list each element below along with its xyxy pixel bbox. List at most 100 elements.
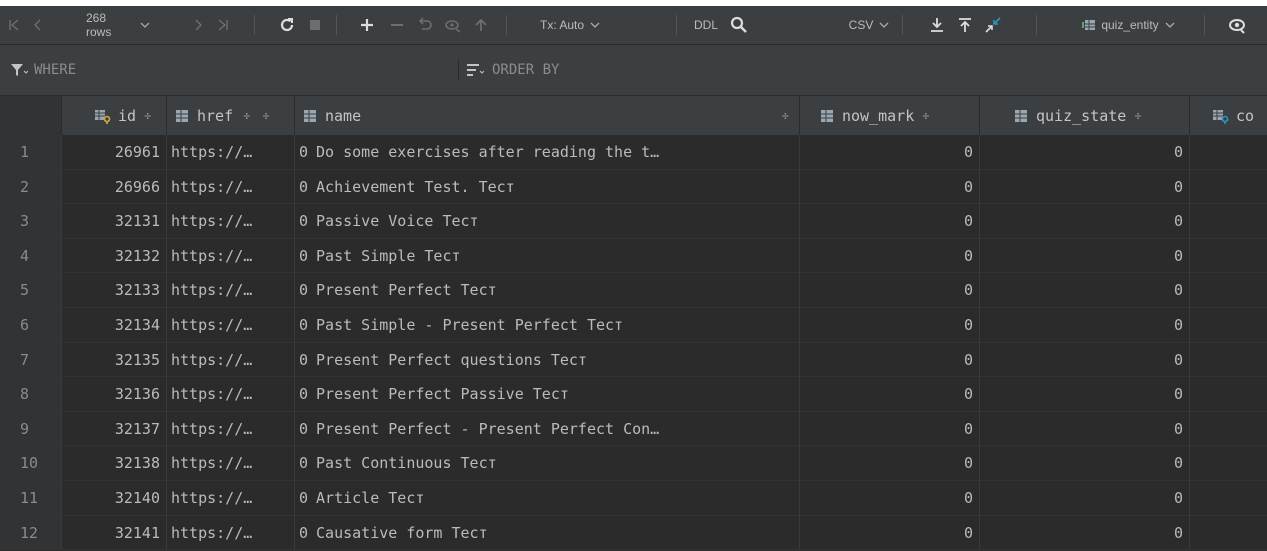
sort-toggle-icon[interactable]: ÷ [144,109,151,123]
sort-toggle-icon[interactable]: ÷ [262,109,269,123]
transaction-mode-dropdown[interactable]: Tx: Auto [518,6,622,44]
cell-href[interactable]: https://… [167,204,295,239]
cell-name[interactable]: 0 Present Perfect Тест [295,273,800,308]
cell-name[interactable]: 0 Passive Voice Тест [295,204,800,239]
add-row-icon[interactable] [354,6,380,44]
cell-href[interactable]: https://… [167,169,295,205]
stop-icon[interactable] [302,6,328,44]
cell-href[interactable]: https://… [167,481,295,516]
search-icon[interactable] [726,6,752,44]
cell-href[interactable]: https://… [167,515,295,551]
export-format-dropdown[interactable]: CSV [844,6,894,44]
cell-href[interactable]: https://… [167,135,295,170]
cell-name[interactable]: 0 Past Continuous Тест [295,446,800,481]
cell-co[interactable] [1190,204,1267,239]
column-header-id[interactable]: id ÷ [62,96,167,135]
cell-href[interactable]: https://… [167,446,295,481]
cell-id[interactable]: 26966 [62,169,167,205]
cell-co[interactable] [1190,481,1267,516]
where-filter[interactable]: WHERE [10,45,76,95]
cell-href[interactable]: https://… [167,377,295,412]
cell-href[interactable]: https://… [167,238,295,274]
cell-name[interactable]: 0 Past Simple Тест [295,238,800,274]
cell-id[interactable]: 32141 [62,515,167,551]
cell-id[interactable]: 32137 [62,411,167,447]
cell-now-mark[interactable]: 0 [800,169,980,205]
delete-row-icon[interactable] [384,6,410,44]
first-page-icon[interactable] [4,6,24,44]
table-row[interactable]: 5 32133 https://… 0 Present Perfect Тест 0 0 [0,273,1267,308]
table-row[interactable]: 6 32134 https://… 0 Past Simple - Present Pe… [0,308,1267,343]
table-row[interactable]: 3 32131 https://… 0 Passive Voice Тест 0 0 [0,204,1267,239]
cell-id[interactable]: 32132 [62,238,167,274]
column-header-href[interactable]: href ÷ ÷ [167,96,295,135]
cell-co[interactable] [1190,412,1267,447]
cell-quiz-state[interactable]: 0 [980,308,1190,343]
cell-name[interactable]: 0 Present Perfect - Present Perfect Con… [295,411,800,447]
table-row[interactable]: 7 32135 https://… 0 Present Perfect question… [0,342,1267,378]
table-row[interactable]: 12 32141 https://… 0 Causative form Тест 0 0 [0,515,1267,551]
ddl-button[interactable]: DDL [688,6,724,44]
eye-icon[interactable] [1222,6,1252,44]
cell-now-mark[interactable]: 0 [800,308,980,343]
refresh-icon[interactable] [274,6,300,44]
cell-quiz-state[interactable]: 0 [980,342,1190,378]
cell-now-mark[interactable]: 0 [800,273,980,308]
cell-quiz-state[interactable]: 0 [980,204,1190,239]
column-header-now-mark[interactable]: now_mark ÷ [800,96,980,135]
cell-id[interactable]: 32134 [62,308,167,343]
upload-icon[interactable] [952,6,978,44]
table-row[interactable]: 8 32136 https://… 0 Present Perfect Passive … [0,377,1267,412]
column-header-co[interactable]: co [1190,96,1267,135]
next-page-icon[interactable] [188,6,208,44]
cell-now-mark[interactable]: 0 [800,446,980,481]
cell-href[interactable]: https://… [167,273,295,308]
table-row[interactable]: 1 26961 https://… 0 Do some exercises after … [0,135,1267,170]
cell-co[interactable] [1190,170,1267,205]
cell-now-mark[interactable]: 0 [800,411,980,447]
cell-id[interactable]: 32135 [62,342,167,378]
cell-now-mark[interactable]: 0 [800,204,980,239]
revert-icon[interactable] [412,6,438,44]
cell-href[interactable]: https://… [167,342,295,378]
cell-id[interactable]: 32138 [62,446,167,481]
table-row[interactable]: 11 32140 https://… 0 Article Тест 0 0 [0,481,1267,516]
preview-icon[interactable] [440,6,466,44]
cell-now-mark[interactable]: 0 [800,342,980,378]
table-row[interactable]: 10 32138 https://… 0 Past Continuous Тест 0 0 [0,446,1267,481]
cell-now-mark[interactable]: 0 [800,515,980,551]
table-row[interactable]: 4 32132 https://… 0 Past Simple Тест 0 0 [0,238,1267,274]
cell-name[interactable]: 0 Achievement Test. Тест [295,169,800,205]
table-row[interactable]: 2 26966 https://… 0 Achievement Test. Тест 0 0 [0,169,1267,205]
cell-quiz-state[interactable]: 0 [980,273,1190,308]
sort-toggle-icon[interactable]: ÷ [782,109,789,123]
cell-now-mark[interactable]: 0 [800,238,980,274]
cell-name[interactable]: 0 Past Simple - Present Perfect Тест [295,308,800,343]
cell-quiz-state[interactable]: 0 [980,411,1190,447]
column-header-quiz-state[interactable]: quiz_state ÷ [980,96,1190,135]
compare-icon[interactable] [980,6,1006,44]
cell-co[interactable] [1190,308,1267,343]
cell-name[interactable]: 0 Present Perfect questions Тест [295,342,800,378]
last-page-icon[interactable] [212,6,234,44]
cell-name[interactable]: 0 Do some exercises after reading the t… [295,135,800,170]
cell-now-mark[interactable]: 0 [800,481,980,516]
cell-name[interactable]: 0 Causative form Тест [295,515,800,551]
column-header-name[interactable]: name ÷ [295,96,800,135]
order-by-filter[interactable]: ORDER BY [466,45,559,95]
cell-co[interactable] [1190,239,1267,274]
download-icon[interactable] [924,6,950,44]
cell-quiz-state[interactable]: 0 [980,446,1190,481]
cell-href[interactable]: https://… [167,308,295,343]
cell-id[interactable]: 32136 [62,377,167,412]
cell-name[interactable]: 0 Present Perfect Passive Тест [295,377,800,412]
cell-id[interactable]: 32140 [62,481,167,516]
cell-quiz-state[interactable]: 0 [980,515,1190,551]
cell-co[interactable] [1190,377,1267,412]
cell-co[interactable] [1190,273,1267,308]
cell-id[interactable]: 32133 [62,273,167,308]
sort-toggle-icon[interactable]: ÷ [243,109,250,123]
cell-co[interactable] [1190,343,1267,378]
cell-quiz-state[interactable]: 0 [980,169,1190,205]
cell-co[interactable] [1190,446,1267,481]
